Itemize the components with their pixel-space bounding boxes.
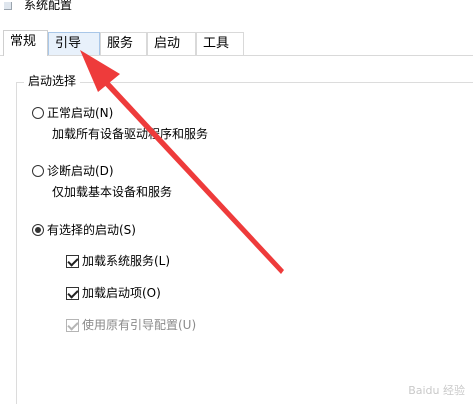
selective-startup-radio[interactable]: 有选择的启动(S) — [32, 221, 136, 239]
diagnostic-startup-label: 诊断启动(D) — [47, 164, 114, 178]
use-original-boot-config-checkbox: 使用原有引导配置(U) — [66, 316, 196, 334]
tab-bar: 常规 引导 服务 启动 工具 — [0, 30, 473, 56]
tab-boot-label: 引导 — [55, 36, 82, 51]
tab-tools-label: 工具 — [203, 36, 230, 51]
radio-circle — [32, 107, 44, 119]
radio-circle — [32, 165, 44, 177]
tab-tools[interactable]: 工具 — [196, 32, 244, 56]
tab-services-label: 服务 — [107, 36, 134, 51]
diagnostic-startup-radio[interactable]: 诊断启动(D) — [32, 162, 114, 180]
checkbox-checked-disabled — [66, 318, 79, 332]
checkbox-checked — [66, 254, 79, 268]
tab-startup[interactable]: 启动 — [147, 32, 196, 56]
title-bar: 系统配置 — [0, 0, 473, 24]
diagnostic-startup-description: 仅加载基本设备和服务 — [52, 185, 173, 199]
load-system-services-checkbox[interactable]: 加载系统服务(L) — [66, 252, 170, 270]
load-startup-items-checkbox[interactable]: 加载启动项(O) — [66, 284, 161, 302]
normal-startup-description: 加载所有设备驱动程序和服务 — [52, 127, 209, 141]
tab-general[interactable]: 常规 — [3, 30, 48, 56]
normal-startup-radio[interactable]: 正常启动(N) — [32, 104, 113, 122]
system-config-window: 系统配置 常规 引导 服务 启动 工具 启动选择 正常启动(N) 加载所有设备驱… — [0, 0, 473, 404]
tab-general-label: 常规 — [10, 34, 37, 49]
tab-content-general: 启动选择 正常启动(N) 加载所有设备驱动程序和服务 诊断启动(D) 仅加载基本… — [0, 55, 473, 404]
startup-selection-legend: 启动选择 — [24, 74, 81, 88]
load-system-services-label: 加载系统服务(L) — [82, 254, 171, 268]
tab-boot[interactable]: 引导 — [48, 32, 100, 56]
checkbox-checked — [66, 286, 79, 300]
system-config-icon — [4, 2, 12, 10]
use-original-boot-config-label: 使用原有引导配置(U) — [82, 318, 197, 332]
tab-startup-label: 启动 — [154, 36, 181, 51]
load-startup-items-label: 加载启动项(O) — [82, 286, 161, 300]
window-title: 系统配置 — [24, 0, 73, 12]
selective-startup-label: 有选择的启动(S) — [47, 223, 136, 237]
normal-startup-label: 正常启动(N) — [47, 106, 114, 120]
baidu-jingyan-watermark: Baidu 经验 — [408, 384, 465, 397]
radio-circle-selected — [32, 224, 44, 236]
tab-services[interactable]: 服务 — [100, 32, 147, 56]
